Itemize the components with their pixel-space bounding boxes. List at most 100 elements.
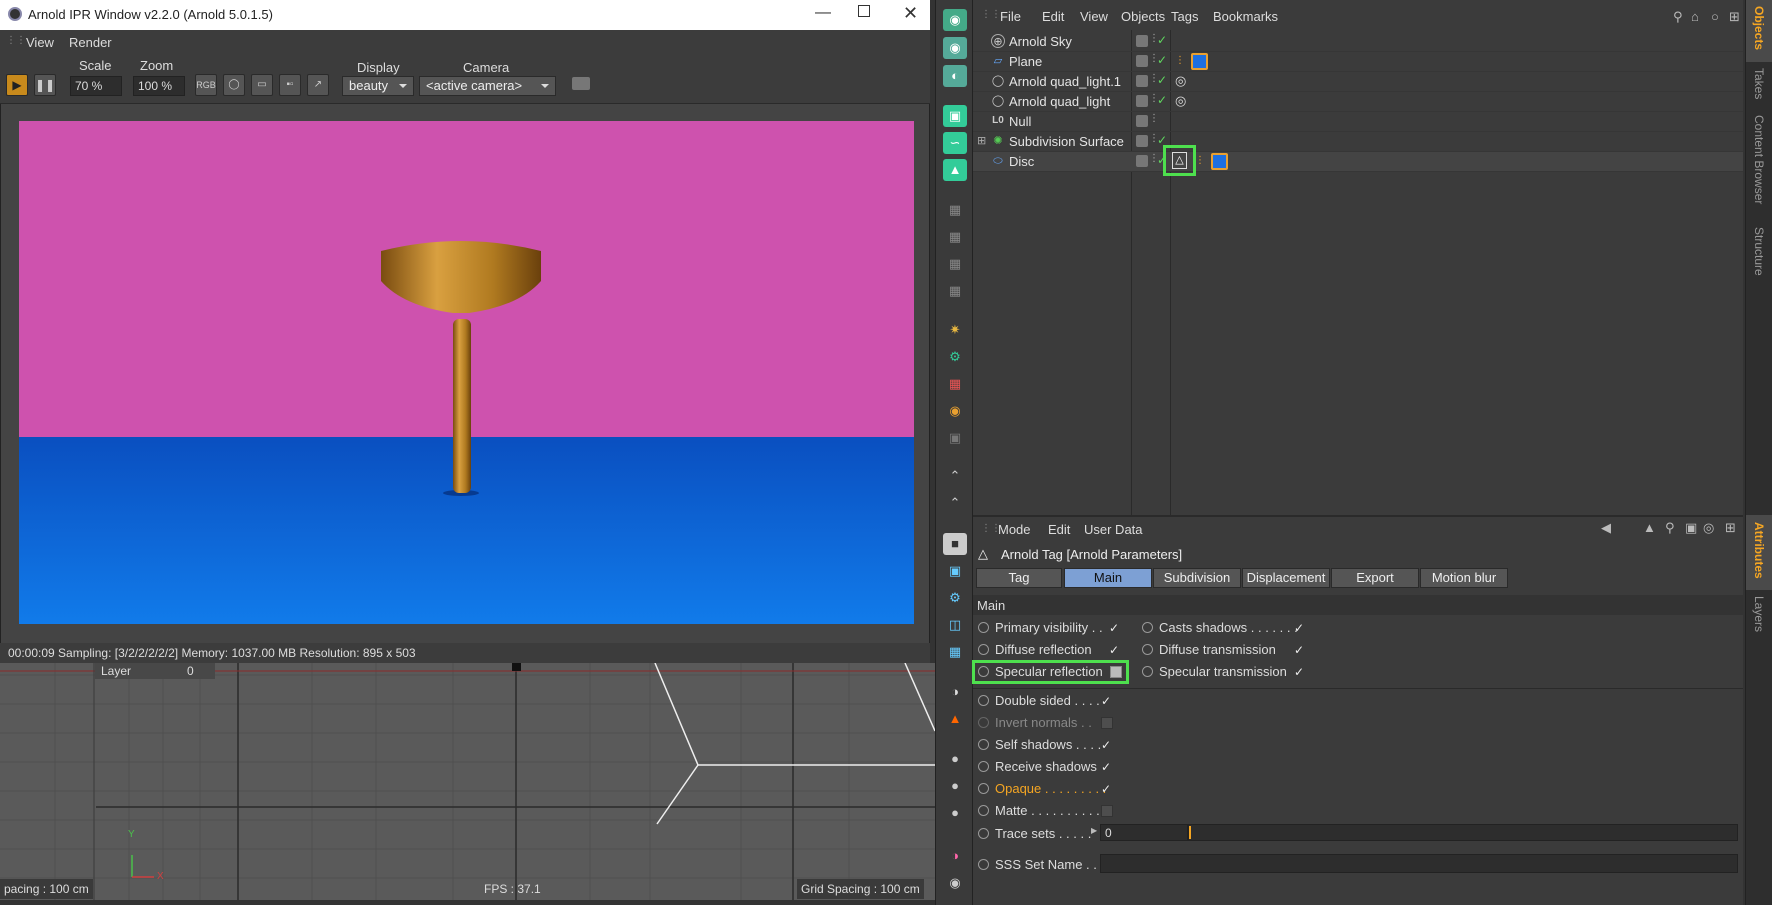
- menu-view[interactable]: View: [26, 35, 54, 50]
- maximize-icon[interactable]: [858, 5, 870, 17]
- new-window-icon[interactable]: ⊞: [1729, 9, 1740, 25]
- live-selection-icon[interactable]: ◉: [943, 9, 967, 31]
- search-icon[interactable]: ⚲: [1665, 520, 1675, 536]
- minimize-icon[interactable]: —: [815, 4, 831, 22]
- layer-swatch[interactable]: [1136, 135, 1148, 147]
- search-icon[interactable]: ⚲: [1673, 9, 1683, 25]
- pause-icon[interactable]: ❚❚: [34, 74, 56, 96]
- sphere-3-icon[interactable]: ●: [943, 802, 967, 824]
- param-primary-visibility[interactable]: Primary visibility . .: [978, 620, 1103, 635]
- render-settings-icon[interactable]: ⚙: [943, 587, 967, 609]
- play-icon[interactable]: ▶: [6, 74, 28, 96]
- keyframe-radio[interactable]: [978, 644, 989, 655]
- home-icon[interactable]: ⌂: [1691, 9, 1699, 24]
- node-icon[interactable]: ◉: [943, 872, 967, 894]
- points-mode-icon[interactable]: ▦: [943, 199, 967, 221]
- camera-dropdown[interactable]: <active camera>: [419, 76, 556, 96]
- layer-swatch[interactable]: [1136, 115, 1148, 127]
- param-matte[interactable]: Matte . . . . . . . . . . .: [978, 803, 1107, 818]
- up-arrow-icon[interactable]: ▲: [1643, 520, 1656, 535]
- primary-visibility-checkbox[interactable]: ✓: [1109, 622, 1121, 634]
- expand-arrow-icon[interactable]: ▶: [1091, 826, 1097, 835]
- sphere-icon[interactable]: ●: [943, 748, 967, 770]
- tab-export[interactable]: Export: [1331, 568, 1419, 588]
- menu-tags[interactable]: Tags: [1171, 9, 1198, 24]
- slider-handle[interactable]: [1189, 826, 1191, 839]
- keyframe-radio[interactable]: [978, 805, 989, 816]
- opaque-checkbox[interactable]: ✓: [1101, 783, 1113, 795]
- snap-icon[interactable]: ⚙: [943, 346, 967, 368]
- trash-icon[interactable]: ◫: [943, 614, 967, 636]
- scale-tool-icon[interactable]: ◐: [943, 65, 967, 87]
- target-tag-icon[interactable]: ◎: [1175, 73, 1186, 89]
- tab-takes[interactable]: Takes: [1752, 68, 1766, 99]
- menu-render[interactable]: Render: [69, 35, 112, 50]
- specular-transmission-checkbox[interactable]: ✓: [1294, 666, 1306, 678]
- tab-attributes[interactable]: Attributes: [1752, 522, 1766, 579]
- ipr-title-bar[interactable]: Arnold IPR Window v2.2.0 (Arnold 5.0.1.5…: [0, 0, 930, 30]
- menu-user-data[interactable]: User Data: [1084, 522, 1143, 537]
- keyframe-radio[interactable]: [978, 666, 989, 677]
- object-row-arnold-sky[interactable]: ⊕ Arnold Sky ⋮ ✓: [973, 32, 1743, 52]
- globe-icon[interactable]: ◯: [223, 74, 245, 96]
- tab-tag[interactable]: Tag: [976, 568, 1062, 588]
- tab-main[interactable]: Main: [1064, 568, 1152, 588]
- deformer-icon[interactable]: ▲: [943, 159, 967, 181]
- snapshot-camera-icon[interactable]: [572, 77, 590, 90]
- tab-content-browser[interactable]: Content Browser: [1752, 115, 1766, 204]
- param-casts-shadows[interactable]: Casts shadows . . . . . . .: [1142, 620, 1298, 635]
- enabled-check[interactable]: ✓: [1157, 53, 1167, 67]
- material-tag-icon[interactable]: [1191, 53, 1208, 70]
- edges-mode-icon[interactable]: ▦: [943, 226, 967, 248]
- uv-mode-icon[interactable]: ▦: [943, 280, 967, 302]
- layer-swatch[interactable]: [1136, 35, 1148, 47]
- object-row-null[interactable]: L0 Null ⋮: [973, 112, 1743, 132]
- tab-subdivision[interactable]: Subdivision: [1153, 568, 1241, 588]
- axis-icon[interactable]: ✷: [943, 319, 967, 341]
- compare-icon[interactable]: ▪▫: [279, 74, 301, 96]
- matte-checkbox[interactable]: [1101, 805, 1113, 817]
- casts-shadows-checkbox[interactable]: ✓: [1294, 622, 1306, 634]
- zoom-input[interactable]: 100 %: [133, 76, 185, 96]
- tab-structure[interactable]: Structure: [1752, 227, 1766, 276]
- render-view-icon[interactable]: ■: [943, 533, 967, 555]
- diffuse-reflection-checkbox[interactable]: ✓: [1109, 644, 1121, 656]
- back-icon[interactable]: ○: [1711, 9, 1719, 24]
- keyframe-radio[interactable]: [978, 828, 989, 839]
- menu-view[interactable]: View: [1080, 9, 1108, 24]
- rgb-button[interactable]: RGB: [195, 74, 217, 96]
- trace-sets-input[interactable]: 0: [1100, 824, 1188, 841]
- diffuse-transmission-checkbox[interactable]: ✓: [1294, 644, 1306, 656]
- enabled-check[interactable]: ✓: [1157, 93, 1167, 107]
- keyframe-radio[interactable]: [1142, 622, 1153, 633]
- double-sided-checkbox[interactable]: ✓: [1101, 695, 1113, 707]
- texture-icon[interactable]: ▦: [943, 373, 967, 395]
- tab-motion-blur[interactable]: Motion blur: [1420, 568, 1508, 588]
- arnold-tag-icon[interactable]: △: [1172, 152, 1187, 169]
- sss-set-name-input[interactable]: [1100, 854, 1738, 873]
- param-receive-shadows[interactable]: Receive shadows: [978, 759, 1097, 774]
- grid-render-icon[interactable]: ▦: [943, 641, 967, 663]
- enabled-check[interactable]: ✓: [1157, 33, 1167, 47]
- object-row-quad-light[interactable]: ◯ Arnold quad_light ⋮ ✓ ◎: [973, 92, 1743, 112]
- material-tag-icon[interactable]: [1211, 153, 1228, 170]
- pen-icon[interactable]: ∽: [943, 132, 967, 154]
- param-diffuse-reflection[interactable]: Diffuse reflection: [978, 642, 1092, 657]
- receive-shadows-checkbox[interactable]: ✓: [1101, 761, 1113, 773]
- target-icon[interactable]: ◎: [1703, 520, 1714, 536]
- expand-icon[interactable]: ⊞: [977, 134, 986, 147]
- menu-mode[interactable]: Mode: [998, 522, 1031, 537]
- specular-reflection-checkbox[interactable]: [1110, 666, 1122, 678]
- param-opaque[interactable]: Opaque . . . . . . . . .: [978, 781, 1106, 796]
- render-active-icon[interactable]: ▣: [943, 560, 967, 582]
- trace-sets-slider[interactable]: [1188, 824, 1738, 841]
- keyframe-radio[interactable]: [978, 783, 989, 794]
- back-arrow-icon[interactable]: ◀: [1601, 520, 1611, 536]
- cube-icon[interactable]: ▣: [943, 105, 967, 127]
- frame-icon[interactable]: ▭: [251, 74, 273, 96]
- self-shadows-checkbox[interactable]: ✓: [1101, 739, 1113, 751]
- uvw-tag-icon[interactable]: ⋮: [1175, 55, 1185, 66]
- param-diffuse-transmission[interactable]: Diffuse transmission: [1142, 642, 1276, 657]
- keyframe-radio[interactable]: [978, 695, 989, 706]
- tab-displacement[interactable]: Displacement: [1242, 568, 1330, 588]
